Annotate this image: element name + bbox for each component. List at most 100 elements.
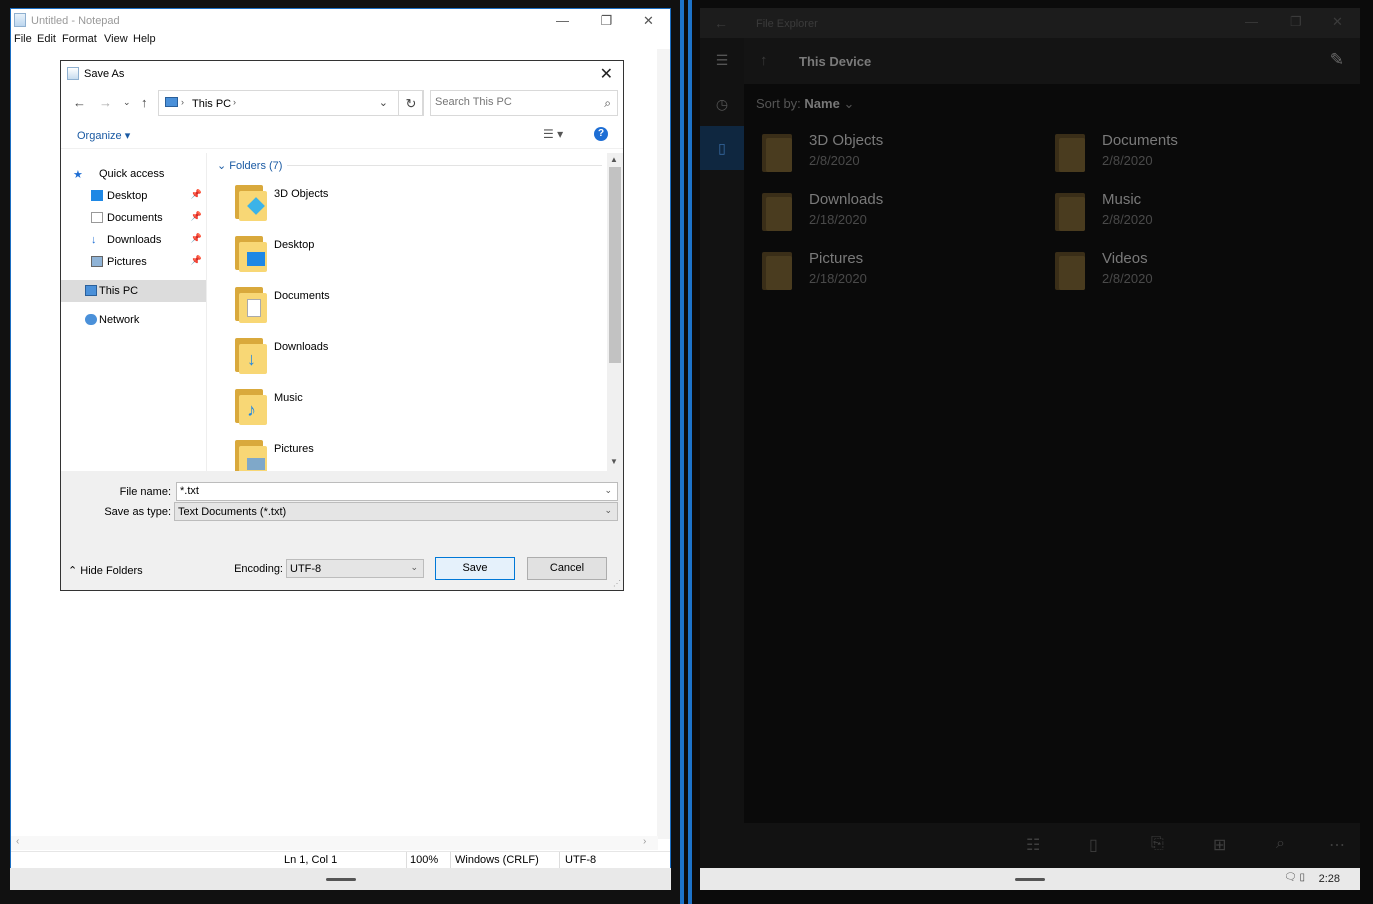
up-arrow-icon[interactable]: ↑	[760, 52, 768, 69]
menu-file[interactable]: File	[14, 33, 32, 45]
file-name-combo[interactable]: ⌄	[176, 482, 618, 501]
search-box[interactable]: ⌕	[430, 90, 618, 116]
save-button[interactable]: Save	[435, 557, 515, 580]
select-list-icon[interactable]: ☷	[1026, 835, 1040, 855]
chevron-down-icon[interactable]: ⌄	[604, 505, 612, 516]
close-icon[interactable]: ✕	[1332, 14, 1343, 30]
save-type-value: Text Documents (*.txt)	[178, 506, 287, 518]
explorer-item[interactable]: Music 2/8/2020	[1049, 189, 1319, 235]
breadcrumb[interactable]: This PC	[192, 98, 231, 110]
hamburger-menu-icon[interactable]: ☰	[700, 38, 744, 82]
notepad-vertical-scrollbar[interactable]	[657, 49, 670, 839]
menu-edit[interactable]: Edit	[37, 33, 56, 45]
minimize-icon[interactable]: —	[540, 9, 585, 32]
minimize-icon[interactable]: —	[1245, 14, 1258, 29]
nav-item-downloads[interactable]: ↓ Downloads 📌	[61, 229, 206, 251]
folder-item-desktop[interactable]: Desktop	[233, 234, 533, 284]
menu-help[interactable]: Help	[133, 33, 156, 45]
search-icon[interactable]: ⌕	[1276, 835, 1285, 853]
this-pc-icon	[165, 97, 178, 107]
close-icon[interactable]: ✕	[600, 64, 613, 84]
chevron-down-icon[interactable]: ⌄	[410, 562, 418, 573]
encoding-select[interactable]: UTF-8 ⌄	[286, 559, 424, 578]
nav-item-this-pc[interactable]: This PC	[61, 280, 206, 302]
scroll-up-icon[interactable]: ▲	[610, 155, 618, 164]
nav-item-network[interactable]: Network	[61, 309, 206, 331]
folder-item-documents[interactable]: Documents	[233, 285, 533, 335]
pin-icon[interactable]: 📌	[191, 255, 202, 266]
back-arrow-icon[interactable]: ←	[714, 15, 728, 31]
file-name-input[interactable]	[180, 485, 580, 497]
sort-value: Name	[804, 96, 840, 111]
restore-icon[interactable]: ❐	[584, 9, 629, 32]
pencil-icon[interactable]: ✎	[1330, 50, 1344, 70]
folders-group-header[interactable]: ⌄ Folders (7)	[217, 159, 282, 172]
scroll-right-icon[interactable]: ›	[643, 836, 646, 847]
nav-item-documents[interactable]: Documents 📌	[61, 207, 206, 229]
restore-icon[interactable]: ❐	[1290, 14, 1302, 30]
more-options-icon[interactable]: ⋯	[1329, 835, 1345, 855]
address-bar[interactable]: › This PC › ⌄	[158, 90, 423, 116]
scroll-down-icon[interactable]: ▼	[610, 457, 618, 466]
up-arrow-icon[interactable]: ↑	[141, 95, 148, 110]
recent-clock-icon[interactable]: ◷	[700, 82, 744, 126]
file-list-scrollbar[interactable]: ▲ ▼	[607, 153, 623, 471]
resize-grip-icon[interactable]: ⋰	[613, 579, 621, 588]
pin-icon[interactable]: 📌	[191, 233, 202, 244]
chevron-right-icon[interactable]: ›	[233, 97, 236, 107]
recent-locations-icon[interactable]: ⌄	[123, 97, 131, 108]
nav-item-desktop[interactable]: Desktop 📌	[61, 185, 206, 207]
this-device-icon[interactable]: ▯	[700, 126, 744, 170]
notepad-titlebar[interactable]: Untitled - Notepad — ❐ ✕	[11, 9, 670, 32]
nav-item-quick-access[interactable]: ★ Quick access	[61, 163, 206, 185]
folder-item-pictures[interactable]: Pictures	[233, 438, 533, 471]
grid-view-icon[interactable]: ⊞	[1213, 835, 1226, 855]
scroll-left-icon[interactable]: ‹	[16, 836, 19, 847]
folder-item-music[interactable]: ♪ Music	[233, 387, 533, 437]
back-arrow-icon[interactable]: ←	[73, 95, 86, 110]
menu-format[interactable]: Format	[62, 33, 97, 45]
pin-icon[interactable]: 📌	[191, 211, 202, 222]
search-icon[interactable]: ⌕	[604, 96, 611, 111]
change-view-icon[interactable]: ☰ ▾	[543, 127, 563, 141]
file-explorer-titlebar[interactable]: ← File Explorer — ❐ ✕	[700, 8, 1360, 38]
nav-item-pictures[interactable]: Pictures 📌	[61, 251, 206, 273]
explorer-item[interactable]: Pictures 2/18/2020	[756, 248, 1026, 294]
hide-folders-button[interactable]: ⌃ Hide Folders	[68, 564, 143, 577]
explorer-item[interactable]: Videos 2/8/2020	[1049, 248, 1319, 294]
refresh-icon[interactable]: ↻	[398, 90, 424, 116]
chevron-right-icon[interactable]: ›	[181, 97, 184, 107]
search-input[interactable]	[435, 96, 595, 108]
help-icon[interactable]: ?	[594, 127, 608, 141]
clock[interactable]: 2:28	[1319, 873, 1340, 885]
cancel-button[interactable]: Cancel	[527, 557, 607, 580]
pin-icon[interactable]: 📌	[191, 189, 202, 200]
save-type-select[interactable]: Text Documents (*.txt) ⌄	[174, 502, 618, 521]
folder-item-3d-objects[interactable]: 3D Objects	[233, 183, 533, 233]
folder-icon	[1055, 193, 1085, 231]
forward-arrow-icon[interactable]: →	[99, 95, 112, 110]
navigation-pane: ★ Quick access Desktop 📌 Documents 📌 ↓ D…	[61, 153, 206, 471]
close-icon[interactable]: ✕	[626, 9, 671, 32]
dialog-titlebar[interactable]: Save As ✕	[61, 61, 623, 86]
explorer-item[interactable]: 3D Objects 2/8/2020	[756, 130, 1026, 176]
organize-menu[interactable]: Organize ▾	[77, 129, 130, 142]
chevron-down-icon[interactable]: ⌄	[604, 485, 612, 496]
new-item-icon[interactable]: ▯	[1089, 835, 1098, 855]
gesture-handle[interactable]	[1015, 878, 1045, 881]
folder-item-downloads[interactable]: ↓ Downloads	[233, 336, 533, 386]
gesture-handle[interactable]	[325, 878, 356, 881]
folder-icon	[762, 252, 792, 290]
menu-view[interactable]: View	[104, 33, 128, 45]
left-handle-bar	[10, 868, 671, 890]
right-taskbar: 🗨 ▯ 2:28	[700, 868, 1360, 890]
chevron-down-icon[interactable]: ⌄	[379, 96, 388, 109]
scrollbar-thumb[interactable]	[609, 167, 621, 363]
notepad-horizontal-scrollbar[interactable]: ‹ ›	[11, 836, 658, 850]
sort-dropdown[interactable]: Sort by: Name ⌄	[756, 96, 854, 112]
notification-icon[interactable]: 🗨 ▯	[1284, 872, 1305, 883]
item-name: Pictures	[809, 250, 864, 267]
explorer-item[interactable]: Documents 2/8/2020	[1049, 130, 1319, 176]
paste-icon[interactable]: ⎘	[1151, 835, 1164, 853]
explorer-item[interactable]: Downloads 2/18/2020	[756, 189, 1026, 235]
